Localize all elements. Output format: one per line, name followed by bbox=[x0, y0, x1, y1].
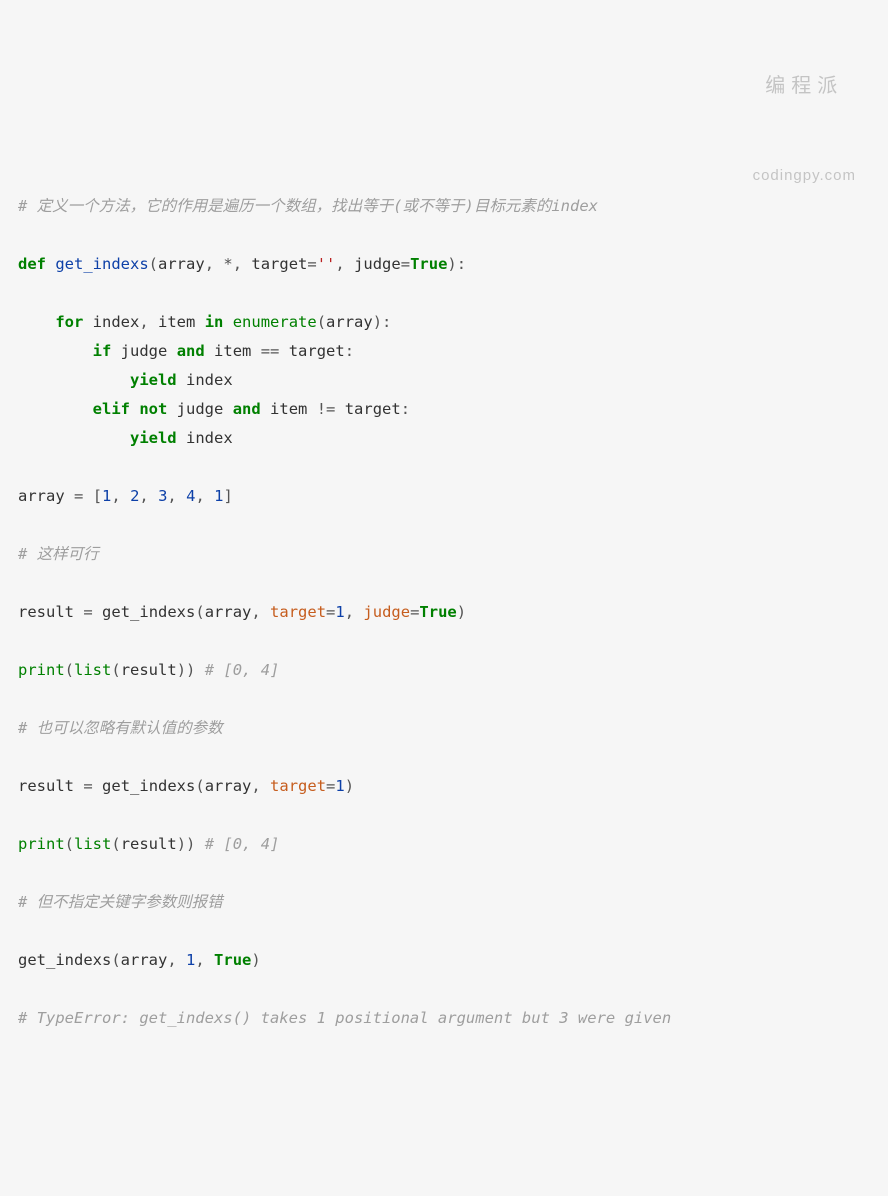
watermark: 编程派 codingpy.com bbox=[753, 14, 856, 219]
watermark-cn: 编程派 bbox=[753, 72, 856, 101]
function-name: get_indexs bbox=[55, 255, 148, 273]
comment: # 但不指定关键字参数则报错 bbox=[18, 893, 223, 911]
code-block: # 定义一个方法，它的作用是遍历一个数组，找出等于(或不等于)目标元素的inde… bbox=[18, 192, 870, 1033]
comment: # 这样可行 bbox=[18, 545, 99, 563]
watermark-en: codingpy.com bbox=[753, 161, 856, 190]
comment-error: # TypeError: get_indexs() takes 1 positi… bbox=[18, 1009, 671, 1027]
keyword-def: def bbox=[18, 255, 46, 273]
comment: # 也可以忽略有默认值的参数 bbox=[18, 719, 223, 737]
comment: # 定义一个方法，它的作用是遍历一个数组，找出等于(或不等于)目标元素的inde… bbox=[18, 197, 598, 215]
